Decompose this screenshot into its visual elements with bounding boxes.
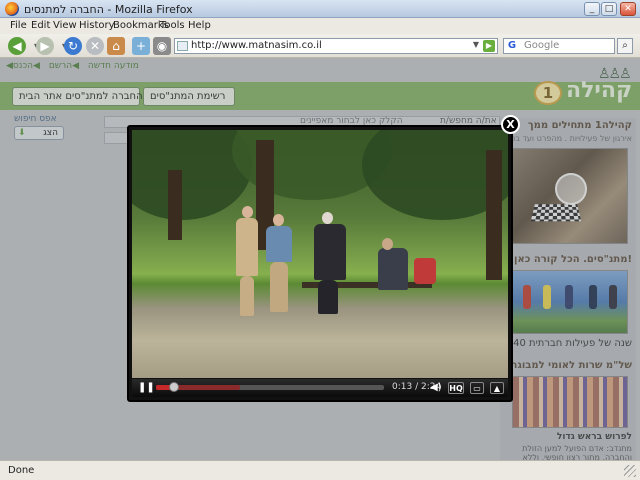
- minimize-button[interactable]: _: [584, 2, 600, 16]
- url-text[interactable]: http://www.matnasim.co.il: [191, 40, 322, 51]
- close-window-button[interactable]: ✕: [620, 2, 636, 16]
- menu-file[interactable]: File: [10, 20, 27, 31]
- go-arrow-icon[interactable]: ▶: [483, 40, 495, 52]
- search-magnifier-icon[interactable]: ⌕: [617, 38, 633, 54]
- red-bag: [414, 258, 436, 284]
- menu-history[interactable]: History: [79, 20, 115, 31]
- menu-edit[interactable]: Edit: [31, 20, 50, 31]
- man-head: [273, 214, 284, 226]
- title-bar: החברה למתנסים - Mozilla Firefox _ □ ✕: [0, 0, 640, 18]
- search-box[interactable]: G Google: [503, 38, 615, 54]
- home-icon[interactable]: ⌂: [107, 37, 125, 55]
- menu-view[interactable]: View: [53, 20, 77, 31]
- status-text: Done: [8, 465, 35, 476]
- google-icon[interactable]: G: [506, 40, 518, 52]
- man-figure: [266, 226, 292, 262]
- pause-icon[interactable]: ❚❚: [138, 382, 155, 394]
- web-page: ◀ מודעה חדשה ◀הרשם ◀הכנס ♙♙♙ החברה למתנ"ס…: [0, 58, 640, 460]
- search-placeholder: Google: [524, 40, 560, 51]
- video-frame[interactable]: [132, 130, 508, 378]
- maximize-button[interactable]: □: [601, 2, 617, 16]
- fullscreen-icon[interactable]: ▲: [490, 382, 504, 394]
- status-bar: Done: [0, 460, 640, 480]
- widescreen-icon[interactable]: ▭: [470, 382, 484, 394]
- close-player-icon[interactable]: X: [501, 115, 520, 134]
- tree-trunk: [486, 150, 502, 280]
- page-icon: [177, 41, 188, 51]
- man-legs: [240, 276, 254, 316]
- firefox-icon: [5, 2, 19, 16]
- reload-icon[interactable]: ↻: [64, 37, 82, 55]
- stop-icon[interactable]: ✕: [86, 37, 104, 55]
- video-player: ❚❚ 0:13 / 2:24 ◀) HQ ▭ ▲: [127, 125, 513, 402]
- tree-trunk: [168, 170, 182, 240]
- hq-button[interactable]: HQ: [448, 382, 464, 394]
- navigation-toolbar: ◀ ▾ ▶ ▾ ↻ ✕ ⌂ + ◉ http://www.matnasim.co…: [0, 34, 640, 58]
- volume-icon[interactable]: ◀): [430, 382, 442, 394]
- window-title: החברה למתנסים - Mozilla Firefox: [24, 3, 193, 16]
- new-tab-icon[interactable]: +: [132, 37, 150, 55]
- man-head: [242, 206, 253, 218]
- man-legs: [318, 280, 338, 314]
- man-figure: [314, 224, 346, 280]
- menu-help[interactable]: Help: [188, 20, 211, 31]
- address-bar[interactable]: http://www.matnasim.co.il ▼ ▶: [174, 38, 498, 54]
- man-head: [382, 238, 393, 250]
- man-figure: [236, 218, 258, 276]
- player-controls: ❚❚ 0:13 / 2:24 ◀) HQ ▭ ▲: [132, 379, 508, 397]
- forward-arrow-icon[interactable]: ▶: [36, 37, 54, 55]
- menu-tools[interactable]: Tools: [160, 20, 185, 31]
- man-head: [322, 212, 333, 224]
- seek-handle[interactable]: [169, 382, 180, 392]
- man-legs: [270, 262, 288, 312]
- seated-man: [378, 248, 408, 290]
- seek-bar[interactable]: [156, 382, 384, 392]
- back-arrow-icon[interactable]: ◀: [8, 37, 26, 55]
- menu-bar: File Edit View History Bookmarks Tools H…: [0, 18, 640, 34]
- camera-icon[interactable]: ◉: [153, 37, 171, 55]
- resize-grip-icon[interactable]: [624, 465, 636, 477]
- url-dropdown-icon[interactable]: ▼: [473, 40, 479, 49]
